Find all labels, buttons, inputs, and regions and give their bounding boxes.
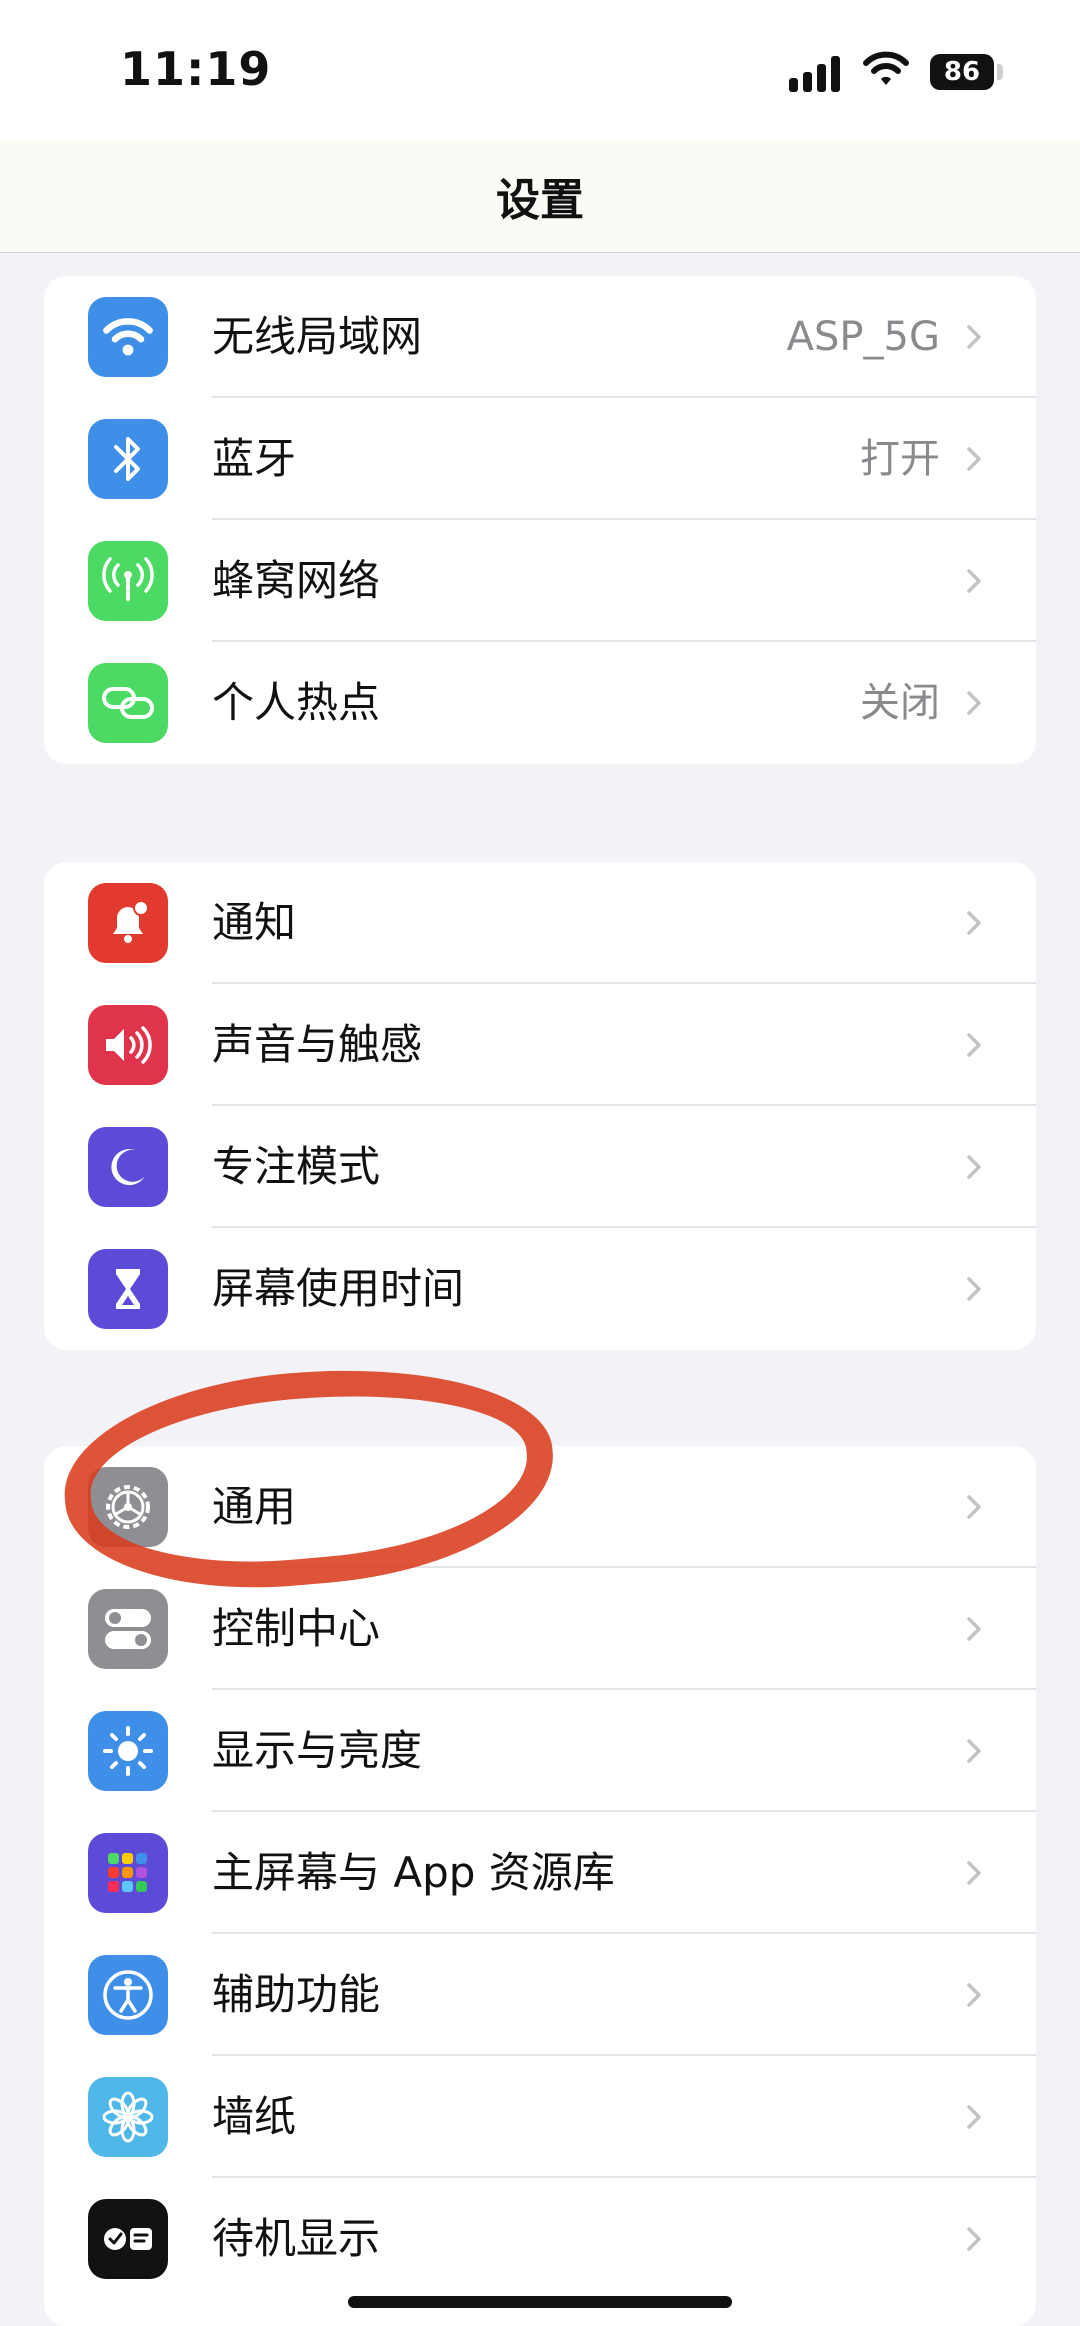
row-value: 关闭: [860, 680, 940, 726]
settings-row-accessibility[interactable]: 辅助功能: [44, 1934, 1036, 2056]
home-indicator: [348, 2296, 732, 2308]
chevron-right-icon: [967, 1861, 981, 1885]
settings-row-focus[interactable]: 专注模式: [44, 1106, 1036, 1228]
chevron-right-icon: [967, 1983, 981, 2007]
settings-row-wallpaper[interactable]: 墙纸: [44, 2056, 1036, 2178]
chevron-right-icon: [967, 569, 981, 593]
chevron-right-icon: [967, 1495, 981, 1519]
chevron-right-icon: [967, 1033, 981, 1057]
settings-row-home-screen[interactable]: 主屏幕与 App 资源库: [44, 1812, 1036, 1934]
row-label: 通用: [212, 1482, 297, 1531]
sun-icon: [88, 1711, 168, 1791]
wifi-status-icon: [863, 51, 909, 85]
gear-icon: [88, 1467, 168, 1547]
chain-link-icon: [88, 663, 168, 743]
row-label: 墙纸: [212, 2092, 297, 2141]
settings-row-hotspot[interactable]: 个人热点 关闭: [44, 642, 1036, 764]
status-bar: 11:19 86: [0, 0, 1080, 140]
chevron-right-icon: [967, 1155, 981, 1179]
row-label: 蓝牙: [212, 434, 297, 483]
chevron-right-icon: [967, 691, 981, 715]
chevron-right-icon: [967, 2105, 981, 2129]
battery-tip: [997, 64, 1003, 80]
notifications-group: 通知 声音与触感 专注模式 屏幕使用时间: [44, 862, 1036, 1350]
row-label: 辅助功能: [212, 1970, 381, 2019]
chevron-right-icon: [967, 447, 981, 471]
row-label: 个人热点: [212, 678, 381, 727]
chevron-right-icon: [967, 325, 981, 349]
row-value: 打开: [860, 436, 940, 482]
bell-icon: [88, 883, 168, 963]
settings-row-notifications[interactable]: 通知: [44, 862, 1036, 984]
nav-bar: 设置: [0, 140, 1080, 253]
toggles-icon: [88, 1589, 168, 1669]
cellular-signal-icon: [789, 52, 845, 92]
status-time: 11:19: [120, 42, 272, 96]
settings-row-wifi[interactable]: 无线局域网 ASP_5G: [44, 276, 1036, 398]
settings-row-bluetooth[interactable]: 蓝牙 打开: [44, 398, 1036, 520]
row-label: 蜂窝网络: [212, 556, 381, 605]
chevron-right-icon: [967, 1739, 981, 1763]
row-label: 主屏幕与 App 资源库: [212, 1848, 615, 1897]
settings-row-standby[interactable]: 待机显示: [44, 2178, 1036, 2300]
row-label: 屏幕使用时间: [212, 1264, 465, 1313]
hourglass-icon: [88, 1249, 168, 1329]
chevron-right-icon: [967, 1277, 981, 1301]
chevron-right-icon: [967, 911, 981, 935]
speaker-icon: [88, 1005, 168, 1085]
row-label: 无线局域网: [212, 312, 423, 361]
row-label: 控制中心: [212, 1604, 381, 1653]
wifi-icon: [88, 297, 168, 377]
battery-icon: 86: [930, 54, 994, 90]
antenna-icon: [88, 541, 168, 621]
row-label: 专注模式: [212, 1142, 381, 1191]
row-label: 声音与触感: [212, 1020, 423, 1069]
chevron-right-icon: [967, 1617, 981, 1641]
app-grid-icon: [88, 1833, 168, 1913]
settings-row-sounds[interactable]: 声音与触感: [44, 984, 1036, 1106]
bluetooth-icon: [88, 419, 168, 499]
accessibility-icon: [88, 1955, 168, 2035]
standby-icon: [88, 2199, 168, 2279]
connectivity-group: 无线局域网 ASP_5G 蓝牙 打开 蜂窝网络 个人热点 关闭: [44, 276, 1036, 764]
general-group: 通用 控制中心 显示与亮度 主屏幕与 App 资源库 辅助功能 墙纸 待机显示: [44, 1446, 1036, 2326]
page-title: 设置: [496, 175, 584, 226]
row-value: ASP_5G: [786, 314, 940, 360]
row-label: 显示与亮度: [212, 1726, 423, 1775]
settings-row-screen-time[interactable]: 屏幕使用时间: [44, 1228, 1036, 1350]
moon-icon: [88, 1127, 168, 1207]
flower-icon: [88, 2077, 168, 2157]
settings-row-control-center[interactable]: 控制中心: [44, 1568, 1036, 1690]
chevron-right-icon: [967, 2227, 981, 2251]
row-label: 通知: [212, 898, 297, 947]
settings-row-cellular[interactable]: 蜂窝网络: [44, 520, 1036, 642]
row-label: 待机显示: [212, 2214, 381, 2263]
settings-row-general[interactable]: 通用: [44, 1446, 1036, 1568]
settings-row-display[interactable]: 显示与亮度: [44, 1690, 1036, 1812]
